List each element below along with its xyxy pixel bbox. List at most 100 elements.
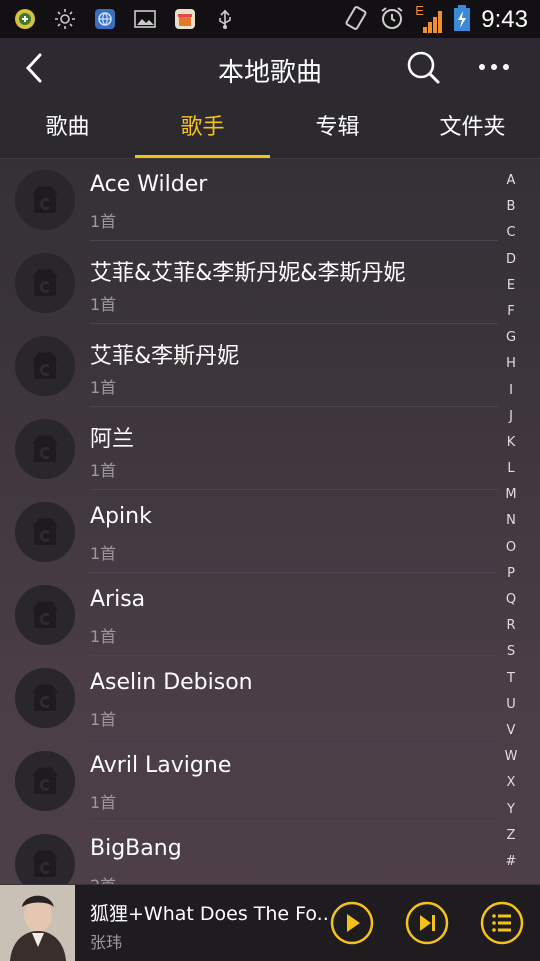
default-artist-icon [15,170,75,230]
clock: 9:43 [481,6,528,33]
game-app-icon [14,8,36,30]
artist-row[interactable]: Apink 1首 [0,490,498,573]
play-button[interactable] [330,901,374,945]
index-letter[interactable]: H [498,351,524,377]
more-dots-icon [479,64,509,70]
index-letter[interactable]: E [498,273,524,299]
index-letter[interactable]: N [498,508,524,534]
song-count: 1首 [90,378,117,397]
default-artist-icon [15,253,75,313]
artist-row[interactable]: BigBang 2首 [0,822,498,884]
tab-albums[interactable]: 专辑 [270,98,405,158]
index-letter[interactable]: U [498,692,524,718]
artist-name: Avril Lavigne [90,753,232,778]
index-letter[interactable]: Y [498,797,524,823]
artist-name: Ace Wilder [90,172,208,197]
default-artist-icon [15,502,75,562]
song-count: 1首 [90,295,117,314]
now-playing-title: 狐狸+What Does The Fo.. [90,903,329,925]
index-letter[interactable]: D [498,247,524,273]
index-letter[interactable]: I [498,378,524,404]
index-letter[interactable]: Z [498,823,524,849]
artist-name: 艾菲&李斯丹妮 [90,344,240,369]
playlist-icon [480,901,524,945]
index-letter[interactable]: C [498,220,524,246]
playlist-button[interactable] [480,901,524,945]
artist-row[interactable]: 艾菲&艾菲&李斯丹妮&李斯丹妮 1首 [0,241,498,324]
more-button[interactable] [474,48,514,86]
artist-avatar [15,834,75,884]
artist-avatar [15,170,75,230]
alarm-icon [379,5,405,35]
index-letter[interactable]: T [498,666,524,692]
default-artist-icon [15,668,75,728]
default-artist-icon [15,585,75,645]
index-letter[interactable]: X [498,770,524,796]
index-letter[interactable]: M [498,482,524,508]
battery-charging-icon [453,4,471,36]
next-button[interactable] [405,901,449,945]
default-artist-icon [15,336,75,396]
search-icon [407,51,440,84]
artist-row[interactable]: Aselin Debison 1首 [0,656,498,739]
artist-avatar [15,502,75,562]
tab-folders[interactable]: 文件夹 [405,98,540,158]
index-letter[interactable]: B [498,194,524,220]
artist-avatar [15,419,75,479]
artist-name: 阿兰 [90,427,135,452]
song-count: 1首 [90,710,117,729]
index-letter[interactable]: W [498,744,524,770]
index-letter[interactable]: # [498,849,524,875]
index-letter[interactable]: J [498,404,524,430]
artist-name: 艾菲&艾菲&李斯丹妮&李斯丹妮 [90,261,406,286]
gift-app-icon [174,8,196,30]
artist-row[interactable]: Ace Wilder 1首 [0,158,498,241]
default-artist-icon [15,751,75,811]
index-letter[interactable]: K [498,430,524,456]
artist-avatar [15,253,75,313]
back-button[interactable] [18,50,54,86]
usb-icon [214,8,236,30]
alphabet-index[interactable]: A B C D E F G H I J K L M N O P Q R S T U V W X Y Z # [498,168,524,875]
index-letter[interactable]: Q [498,587,524,613]
index-letter[interactable]: F [498,299,524,325]
artist-row[interactable]: 艾菲&李斯丹妮 1首 [0,324,498,407]
brightness-icon [54,8,76,30]
index-letter[interactable]: A [498,168,524,194]
artist-avatar [15,585,75,645]
title-bar: 本地歌曲 [0,38,540,98]
song-count: 1首 [90,461,117,480]
index-letter[interactable]: L [498,456,524,482]
song-count: 1首 [90,544,117,563]
index-letter[interactable]: R [498,613,524,639]
status-bar: E 9:43 [0,0,540,38]
artist-name: Apink [90,504,152,529]
index-letter[interactable]: P [498,561,524,587]
back-arrow-icon [25,53,42,83]
index-letter[interactable]: S [498,639,524,665]
song-count: 1首 [90,627,117,646]
artist-row[interactable]: Arisa 1首 [0,573,498,656]
index-letter[interactable]: O [498,535,524,561]
index-letter[interactable]: G [498,325,524,351]
artist-avatar [15,336,75,396]
artist-row[interactable]: 阿兰 1首 [0,407,498,490]
tab-artists[interactable]: 歌手 [135,98,270,158]
mini-player[interactable]: 狐狸+What Does The Fo.. 张玮 [0,884,540,961]
play-icon [330,901,374,945]
tab-songs[interactable]: 歌曲 [0,98,135,158]
song-count: 2首 [90,872,116,884]
artist-row[interactable]: Avril Lavigne 1首 [0,739,498,822]
artist-avatar [15,668,75,728]
index-letter[interactable]: V [498,718,524,744]
now-playing-artist: 张玮 [90,933,123,952]
artist-name: BigBang [90,836,182,861]
default-artist-icon [15,834,75,884]
search-button[interactable] [404,48,442,86]
signal-icon: E [415,3,443,35]
album-cover[interactable] [0,885,75,961]
globe-app-icon [94,8,116,30]
artist-avatar [15,751,75,811]
artist-name: Aselin Debison [90,670,253,695]
artist-list: Ace Wilder 1首 艾菲&艾菲&李斯丹妮&李斯丹妮 1首 艾菲&李斯丹妮 1首 阿兰… [0,158,498,884]
